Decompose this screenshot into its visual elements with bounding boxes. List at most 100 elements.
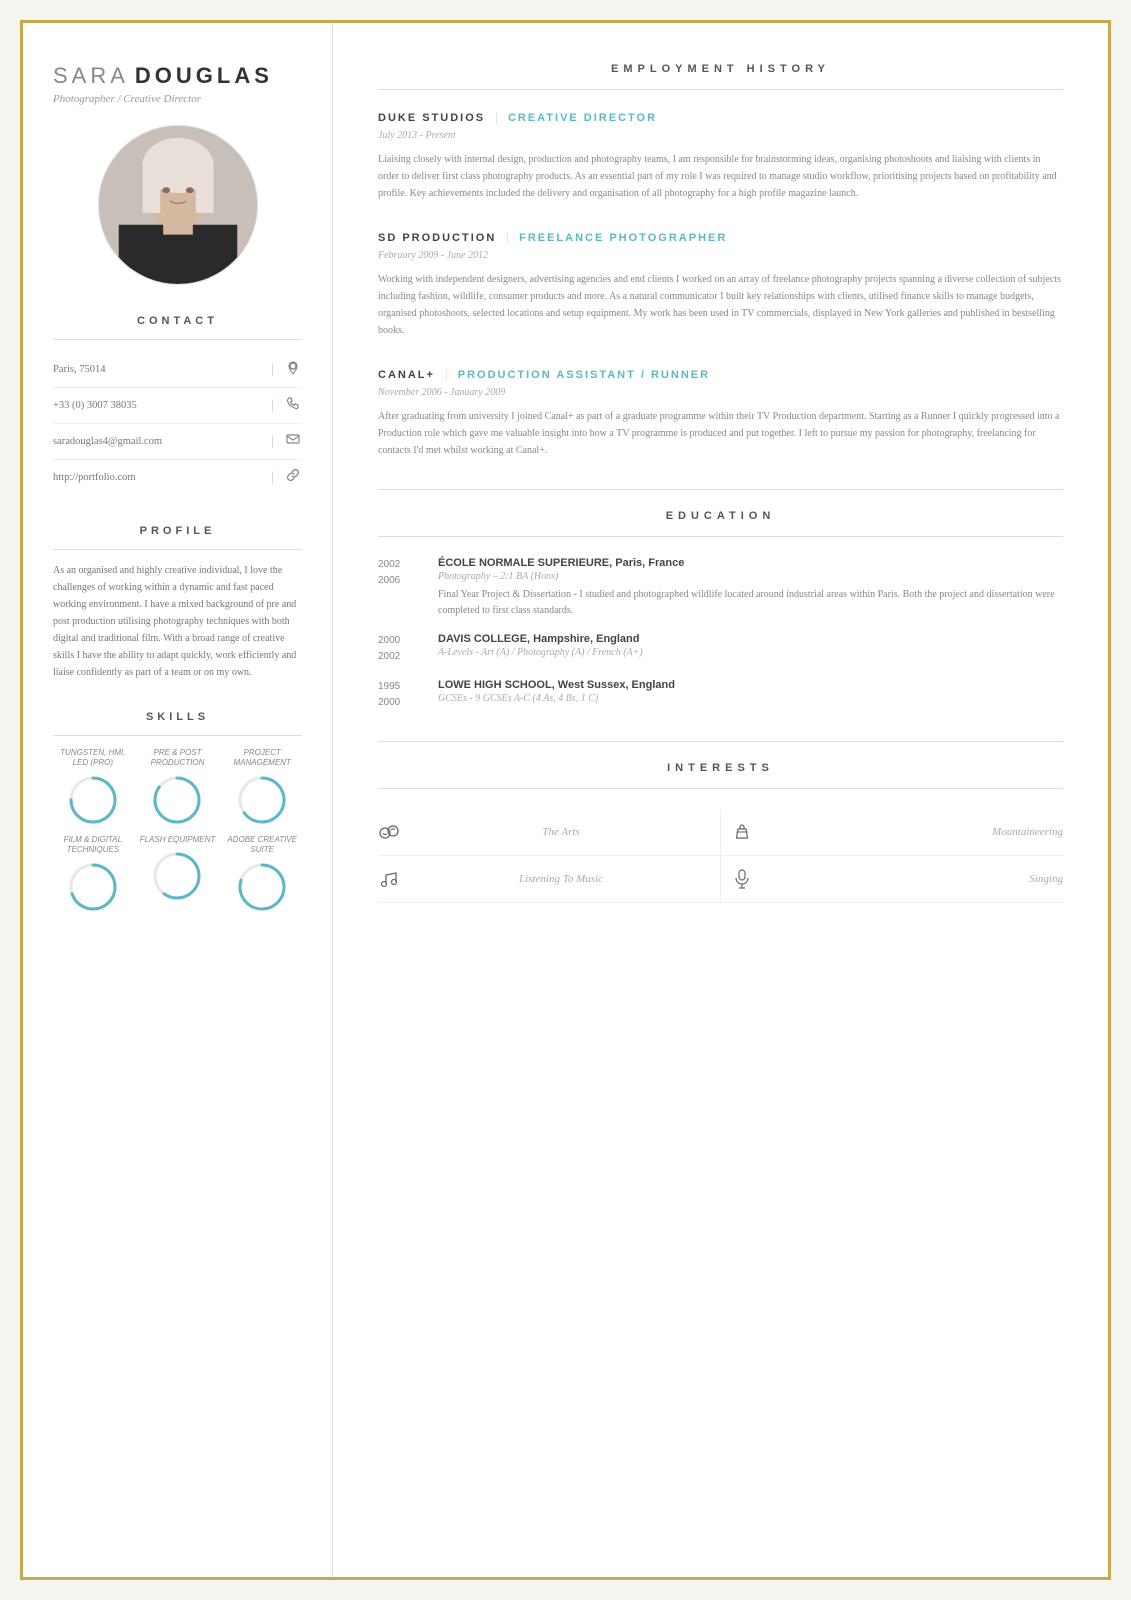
contact-text: saradouglas4@gmail.com [53,436,261,447]
interests-top-divider [378,741,1063,742]
contact-list: Paris, 75014 | +33 (0) 3007 38035 | sara… [53,352,302,495]
job-header: SD PRODUCTION | FREELANCE PHOTOGRAPHER [378,230,1063,246]
profile-text: As an organised and highly creative indi… [53,562,302,681]
profile-section: PROFILE As an organised and highly creat… [53,525,302,681]
interest-icon-left [378,868,400,890]
skill-label: FILM & DIGITAL TECHNIQUES [53,835,133,856]
skill-circle [68,775,118,825]
contact-icon [284,396,302,415]
interest-left: The Arts [378,809,720,855]
company-name: DUKE STUDIOS [378,112,485,124]
name-block: SARA DOUGLAS [53,63,302,89]
contact-title: CONTACT [53,315,302,327]
jobs-list: DUKE STUDIOS | CREATIVE DIRECTOR July 20… [378,110,1063,459]
interests-title: INTERESTS [378,762,1063,774]
job-separator: | [506,230,509,246]
interest-right: Singing [720,856,1063,902]
contact-divider [53,339,302,340]
skill-circle [68,862,118,912]
edu-years: 20002002 [378,633,438,665]
profile-title: PROFILE [53,525,302,537]
skills-grid: TUNGSTEN, HMI, LED (PRO) PRE & POST PROD… [53,748,302,912]
contact-item: +33 (0) 3007 38035 | [53,388,302,424]
job-title: CREATIVE DIRECTOR [508,112,657,124]
employment-section: EMPLOYMENT HISTORY DUKE STUDIOS | CREATI… [378,63,1063,459]
job-separator: | [495,110,498,126]
interest-right: Mountaineering [720,809,1063,855]
contact-section: CONTACT Paris, 75014 | +33 (0) 3007 3803… [53,315,302,495]
profile-divider [53,549,302,550]
resume-container: SARA DOUGLAS Photographer / Creative Dir… [20,20,1111,1580]
last-name: DOUGLAS [135,63,273,89]
interest-icon-right [731,821,753,843]
job-description: Liaising closely with internal design, p… [378,151,1063,202]
contact-icon [284,432,302,451]
education-title: EDUCATION [378,510,1063,522]
subtitle: Photographer / Creative Director [53,93,302,105]
job-block: SD PRODUCTION | FREELANCE PHOTOGRAPHER F… [378,230,1063,339]
skills-section: SKILLS TUNGSTEN, HMI, LED (PRO) PRE & PO… [53,711,302,912]
employment-divider [378,89,1063,90]
edu-description: Final Year Project & Dissertation - I st… [438,587,1063,619]
skill-circle [237,862,287,912]
contact-item: Paris, 75014 | [53,352,302,388]
edu-row: 19952000 LOWE HIGH SCHOOL, West Sussex, … [378,679,1063,711]
edu-degree: GCSEs - 9 GCSEs A-C (4 As, 4 Bs, 1 C) [438,693,1063,704]
contact-separator: | [271,398,274,414]
left-column: SARA DOUGLAS Photographer / Creative Dir… [23,23,333,1577]
edu-years: 19952000 [378,679,438,711]
skill-label: FLASH EQUIPMENT [140,835,216,845]
job-description: Working with independent designers, adve… [378,271,1063,339]
right-column: EMPLOYMENT HISTORY DUKE STUDIOS | CREATI… [333,23,1108,1577]
edu-content: ÉCOLE NORMALE SUPERIEURE, Paris, France … [438,557,1063,619]
skills-title: SKILLS [53,711,302,723]
company-name: SD PRODUCTION [378,232,496,244]
avatar [98,125,258,285]
skill-circle [152,775,202,825]
interest-label-right: Singing [765,873,1063,885]
edu-content: LOWE HIGH SCHOOL, West Sussex, England G… [438,679,1063,711]
skill-item: ADOBE CREATIVE SUITE [222,835,302,912]
job-dates: November 2006 - January 2009 [378,387,1063,398]
education-list: 20022006 ÉCOLE NORMALE SUPERIEURE, Paris… [378,557,1063,711]
skill-label: ADOBE CREATIVE SUITE [222,835,302,856]
edu-degree: A-Levels - Art (A) / Photography (A) / F… [438,647,1063,658]
interests-section: INTERESTS The Arts Mountaineering Listen… [378,741,1063,903]
edu-years: 20022006 [378,557,438,619]
job-description: After graduating from university I joine… [378,408,1063,459]
interest-icon-left [378,821,400,843]
edu-school: LOWE HIGH SCHOOL, West Sussex, England [438,679,1063,691]
job-block: CANAL+ | PRODUCTION ASSISTANT / RUNNER N… [378,367,1063,459]
contact-item: http://portfolio.com | [53,460,302,495]
edu-school: ÉCOLE NORMALE SUPERIEURE, Paris, France [438,557,1063,569]
contact-separator: | [271,470,274,486]
skill-label: TUNGSTEN, HMI, LED (PRO) [53,748,133,769]
job-title: PRODUCTION ASSISTANT / RUNNER [458,369,710,381]
interest-label-right: Mountaineering [765,826,1063,838]
contact-icon [284,468,302,487]
contact-text: http://portfolio.com [53,472,261,483]
contact-item: saradouglas4@gmail.com | [53,424,302,460]
interest-row: The Arts Mountaineering [378,809,1063,856]
contact-icon [284,360,302,379]
interest-label-left: Listening To Music [412,873,710,885]
job-header: CANAL+ | PRODUCTION ASSISTANT / RUNNER [378,367,1063,383]
edu-content: DAVIS COLLEGE, Hampshire, England A-Leve… [438,633,1063,665]
edu-top-divider [378,489,1063,490]
job-block: DUKE STUDIOS | CREATIVE DIRECTOR July 20… [378,110,1063,202]
edu-degree: Photography – 2:1 BA (Hons) [438,571,1063,582]
education-section: EDUCATION 20022006 ÉCOLE NORMALE SUPERIE… [378,489,1063,711]
interest-row: Listening To Music Singing [378,856,1063,903]
skill-item: PRE & POST PRODUCTION [138,748,218,825]
interest-icon-right [731,868,753,890]
first-name: SARA [53,63,129,89]
skill-item: FILM & DIGITAL TECHNIQUES [53,835,133,912]
contact-separator: | [271,362,274,378]
interests-divider [378,788,1063,789]
company-name: CANAL+ [378,369,435,381]
employment-title: EMPLOYMENT HISTORY [378,63,1063,75]
edu-row: 20002002 DAVIS COLLEGE, Hampshire, Engla… [378,633,1063,665]
interest-label-left: The Arts [412,826,710,838]
skill-label: PRE & POST PRODUCTION [138,748,218,769]
edu-school: DAVIS COLLEGE, Hampshire, England [438,633,1063,645]
